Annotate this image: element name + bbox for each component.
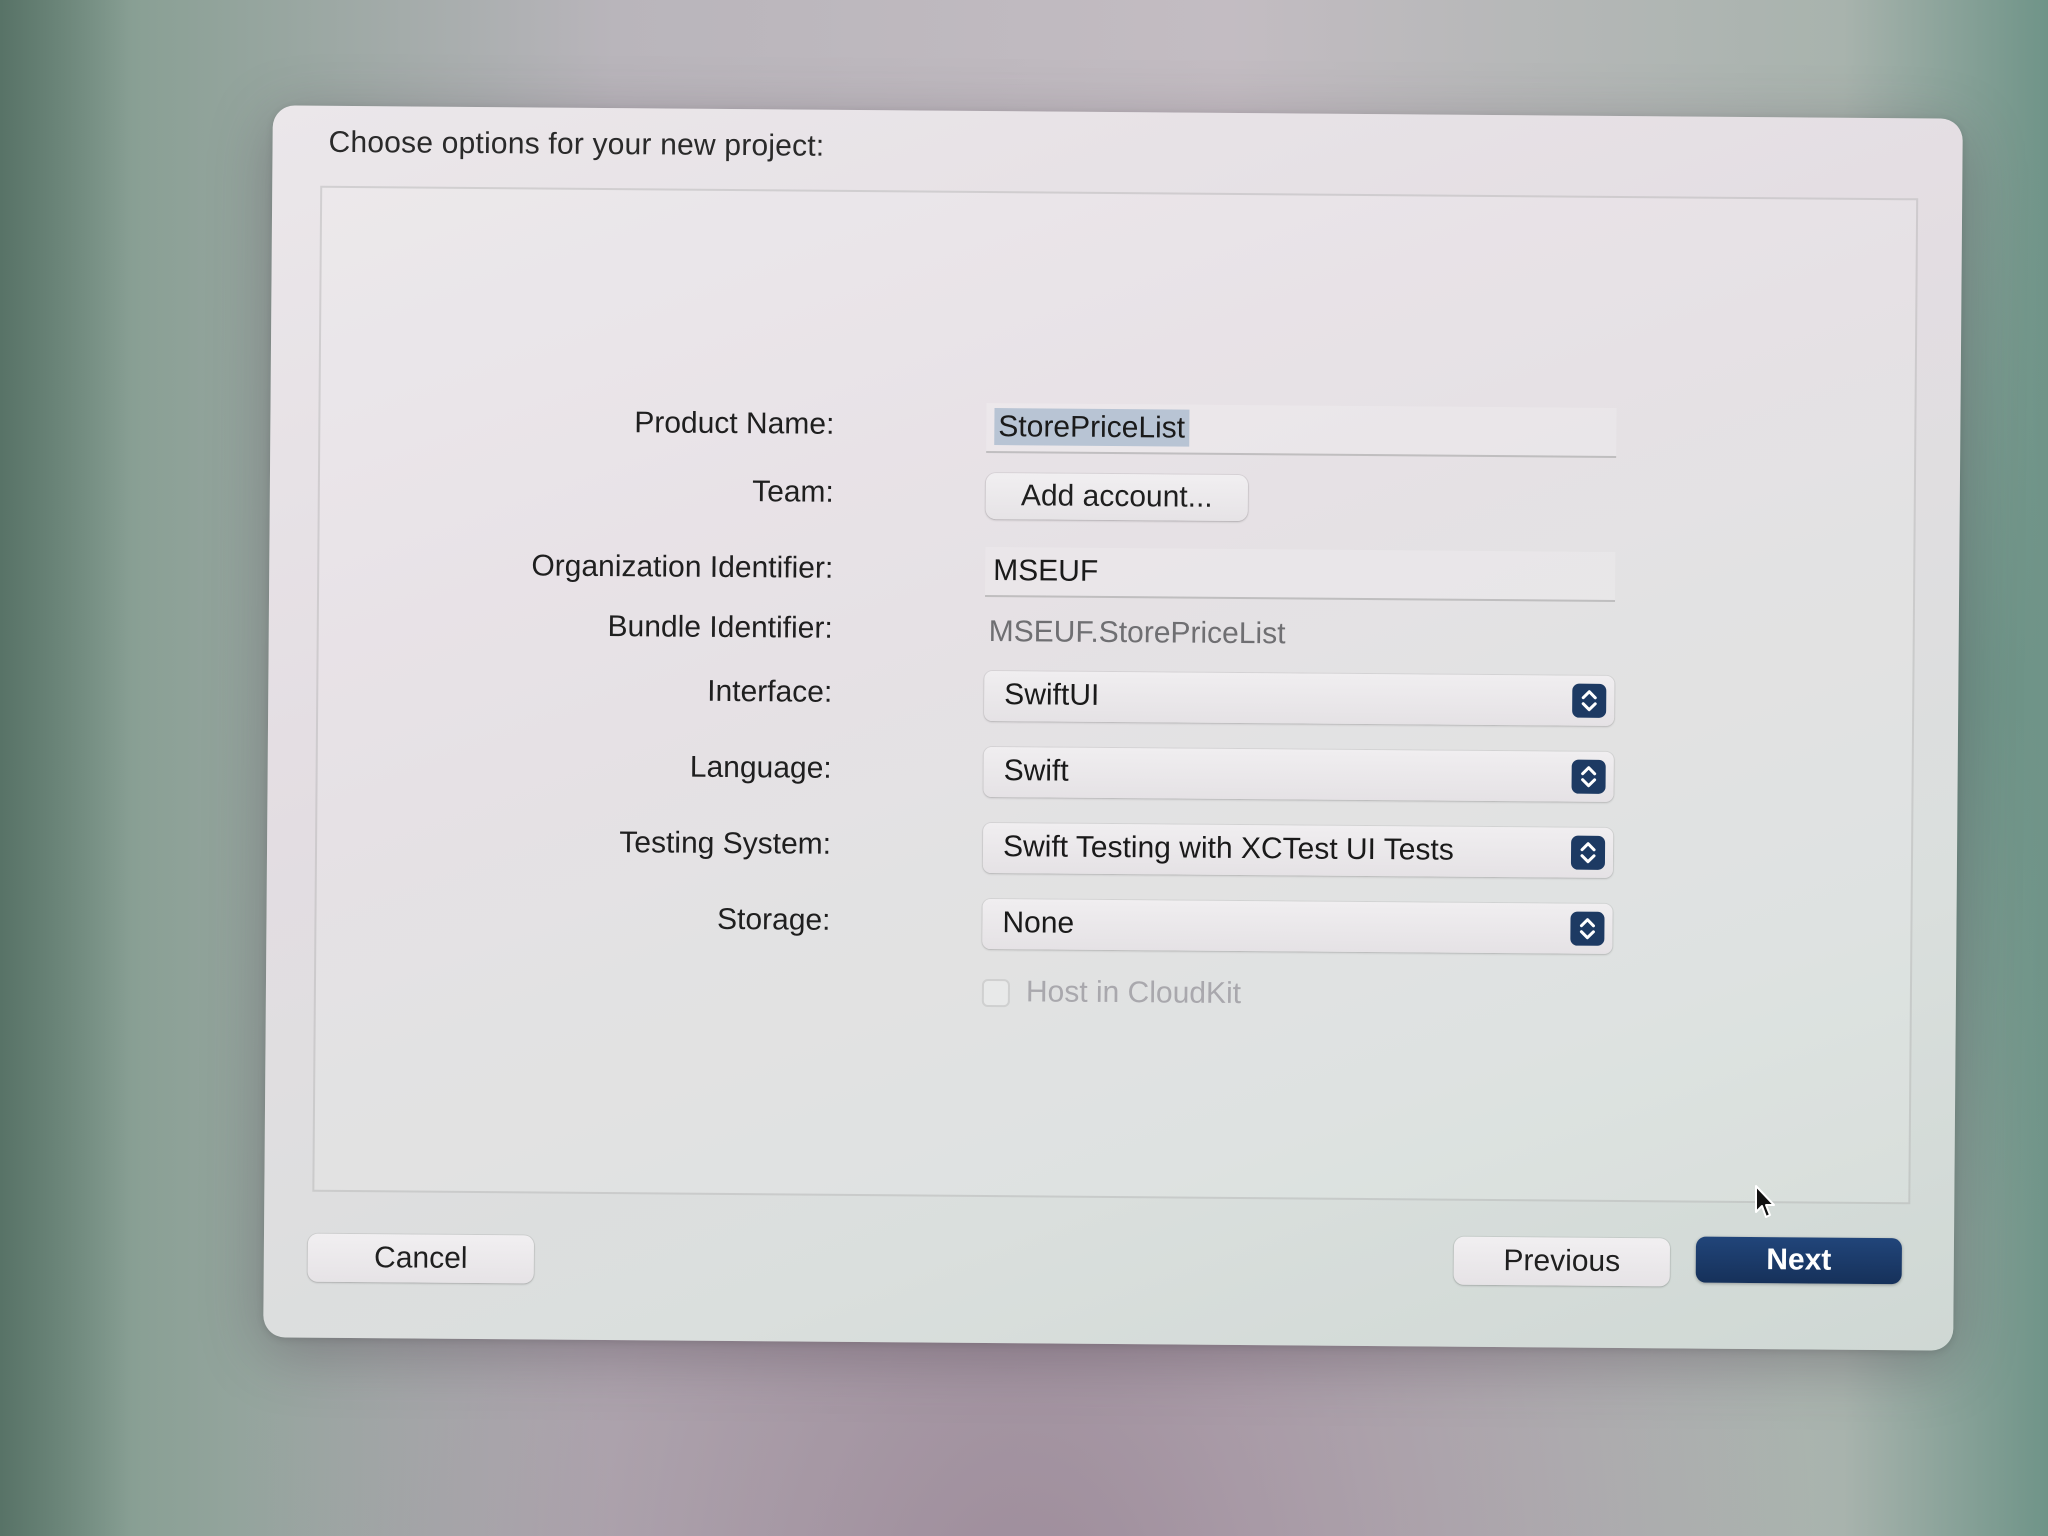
bundle-identifier-value: MSEUF.StorePriceList [988,615,1286,651]
organization-identifier-field[interactable]: MSEUF [985,546,1616,602]
next-button[interactable]: Next [1695,1236,1903,1285]
storage-row: Storage: None [317,894,1911,954]
testing-system-value: Swift Testing with XCTest UI Tests [1002,830,1454,867]
interface-row: Interface: SwiftUI [318,666,1912,726]
storage-label: Storage: [716,902,831,937]
language-row: Language: Swift [318,742,1912,802]
add-account-button[interactable]: Add account... [985,472,1248,522]
chevron-up-down-icon [1571,759,1606,794]
mouse-pointer-icon [1754,1184,1778,1220]
product-name-field[interactable]: StorePriceList [986,402,1617,458]
product-name-row: Product Name: StorePriceList [321,398,1915,458]
dialog-title: Choose options for your new project: [328,125,825,163]
interface-popup[interactable]: SwiftUI [984,670,1615,726]
interface-label: Interface: [707,674,833,709]
bundle-identifier-label: Bundle Identifier: [607,610,833,645]
cancel-button[interactable]: Cancel [307,1233,534,1284]
testing-system-label: Testing System: [619,826,832,861]
background-shade [0,0,130,1536]
language-label: Language: [689,750,832,785]
new-project-options-dialog: Choose options for your new project: Pro… [263,105,1963,1351]
storage-value: None [1002,906,1075,940]
options-panel: Product Name: StorePriceList Team: Add a… [312,185,1919,1205]
product-name-value: StorePriceList [994,408,1190,447]
testing-system-row: Testing System: Swift Testing with XCTes… [317,818,1911,878]
language-value: Swift [1003,754,1069,788]
previous-button[interactable]: Previous [1453,1236,1671,1287]
chevron-up-down-icon [1570,911,1605,946]
chevron-up-down-icon [1572,683,1607,718]
team-row: Team: Add account... [320,468,1914,522]
language-popup[interactable]: Swift [983,746,1614,802]
chevron-up-down-icon [1570,835,1606,870]
testing-system-popup[interactable]: Swift Testing with XCTest UI Tests [982,822,1614,878]
interface-value: SwiftUI [1004,678,1100,712]
host-in-cloudkit-checkbox[interactable] [981,978,1011,1008]
host-in-cloudkit-label: Host in CloudKit [1025,975,1242,1011]
organization-identifier-label: Organization Identifier: [531,549,834,585]
product-name-label: Product Name: [634,406,835,441]
team-label: Team: [752,475,834,509]
organization-identifier-row: Organization Identifier: MSEUF [319,542,1913,602]
bundle-identifier-row: Bundle Identifier: MSEUF.StorePriceList [319,608,1913,650]
storage-popup[interactable]: None [982,898,1613,954]
